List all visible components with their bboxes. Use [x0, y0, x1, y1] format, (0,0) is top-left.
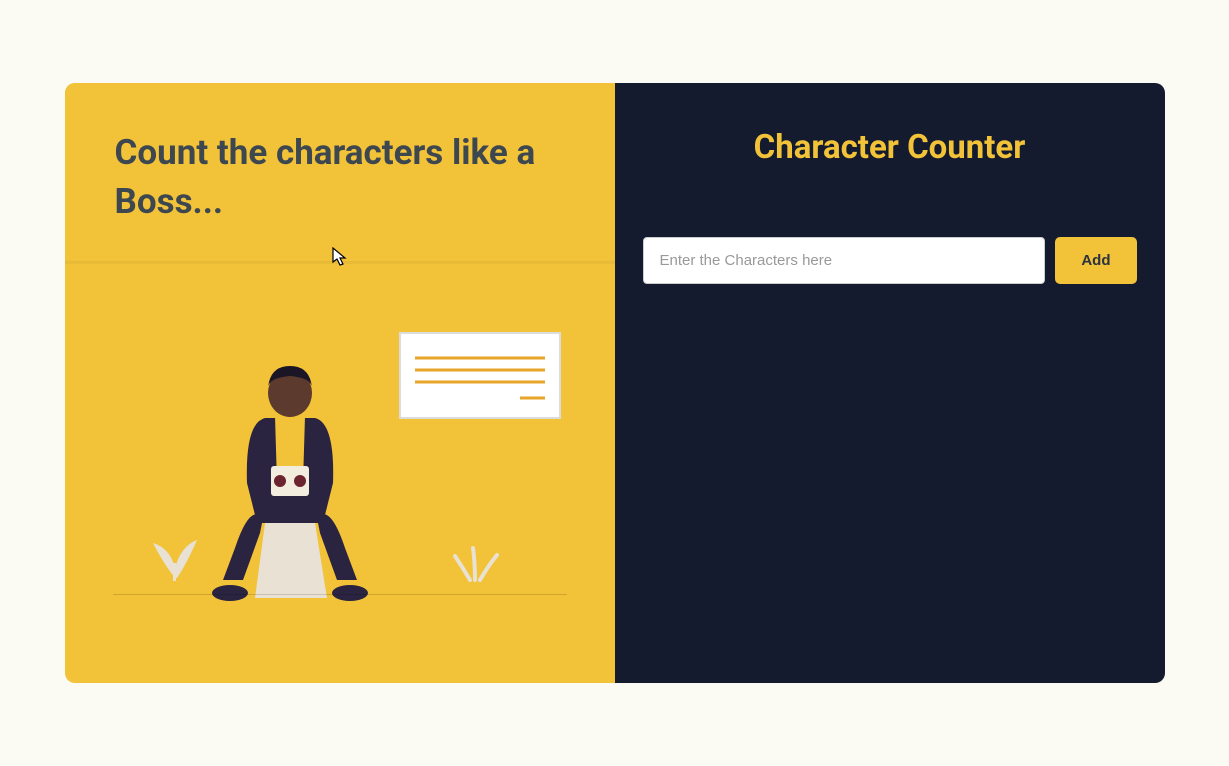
page-title: Character Counter	[643, 128, 1137, 167]
right-panel: Character Counter Add	[615, 83, 1165, 683]
illustration-area	[65, 262, 615, 683]
add-button[interactable]: Add	[1055, 237, 1136, 284]
person-illustration-icon	[115, 308, 565, 638]
characters-input[interactable]	[643, 237, 1046, 284]
left-panel: Count the characters like a Boss...	[65, 83, 615, 683]
heading-box: Count the characters like a Boss...	[65, 83, 615, 262]
ground-line	[113, 594, 567, 596]
input-row: Add	[643, 237, 1137, 284]
app-card: Count the characters like a Boss...	[65, 83, 1165, 683]
heading-text: Count the characters like a Boss...	[115, 128, 565, 226]
